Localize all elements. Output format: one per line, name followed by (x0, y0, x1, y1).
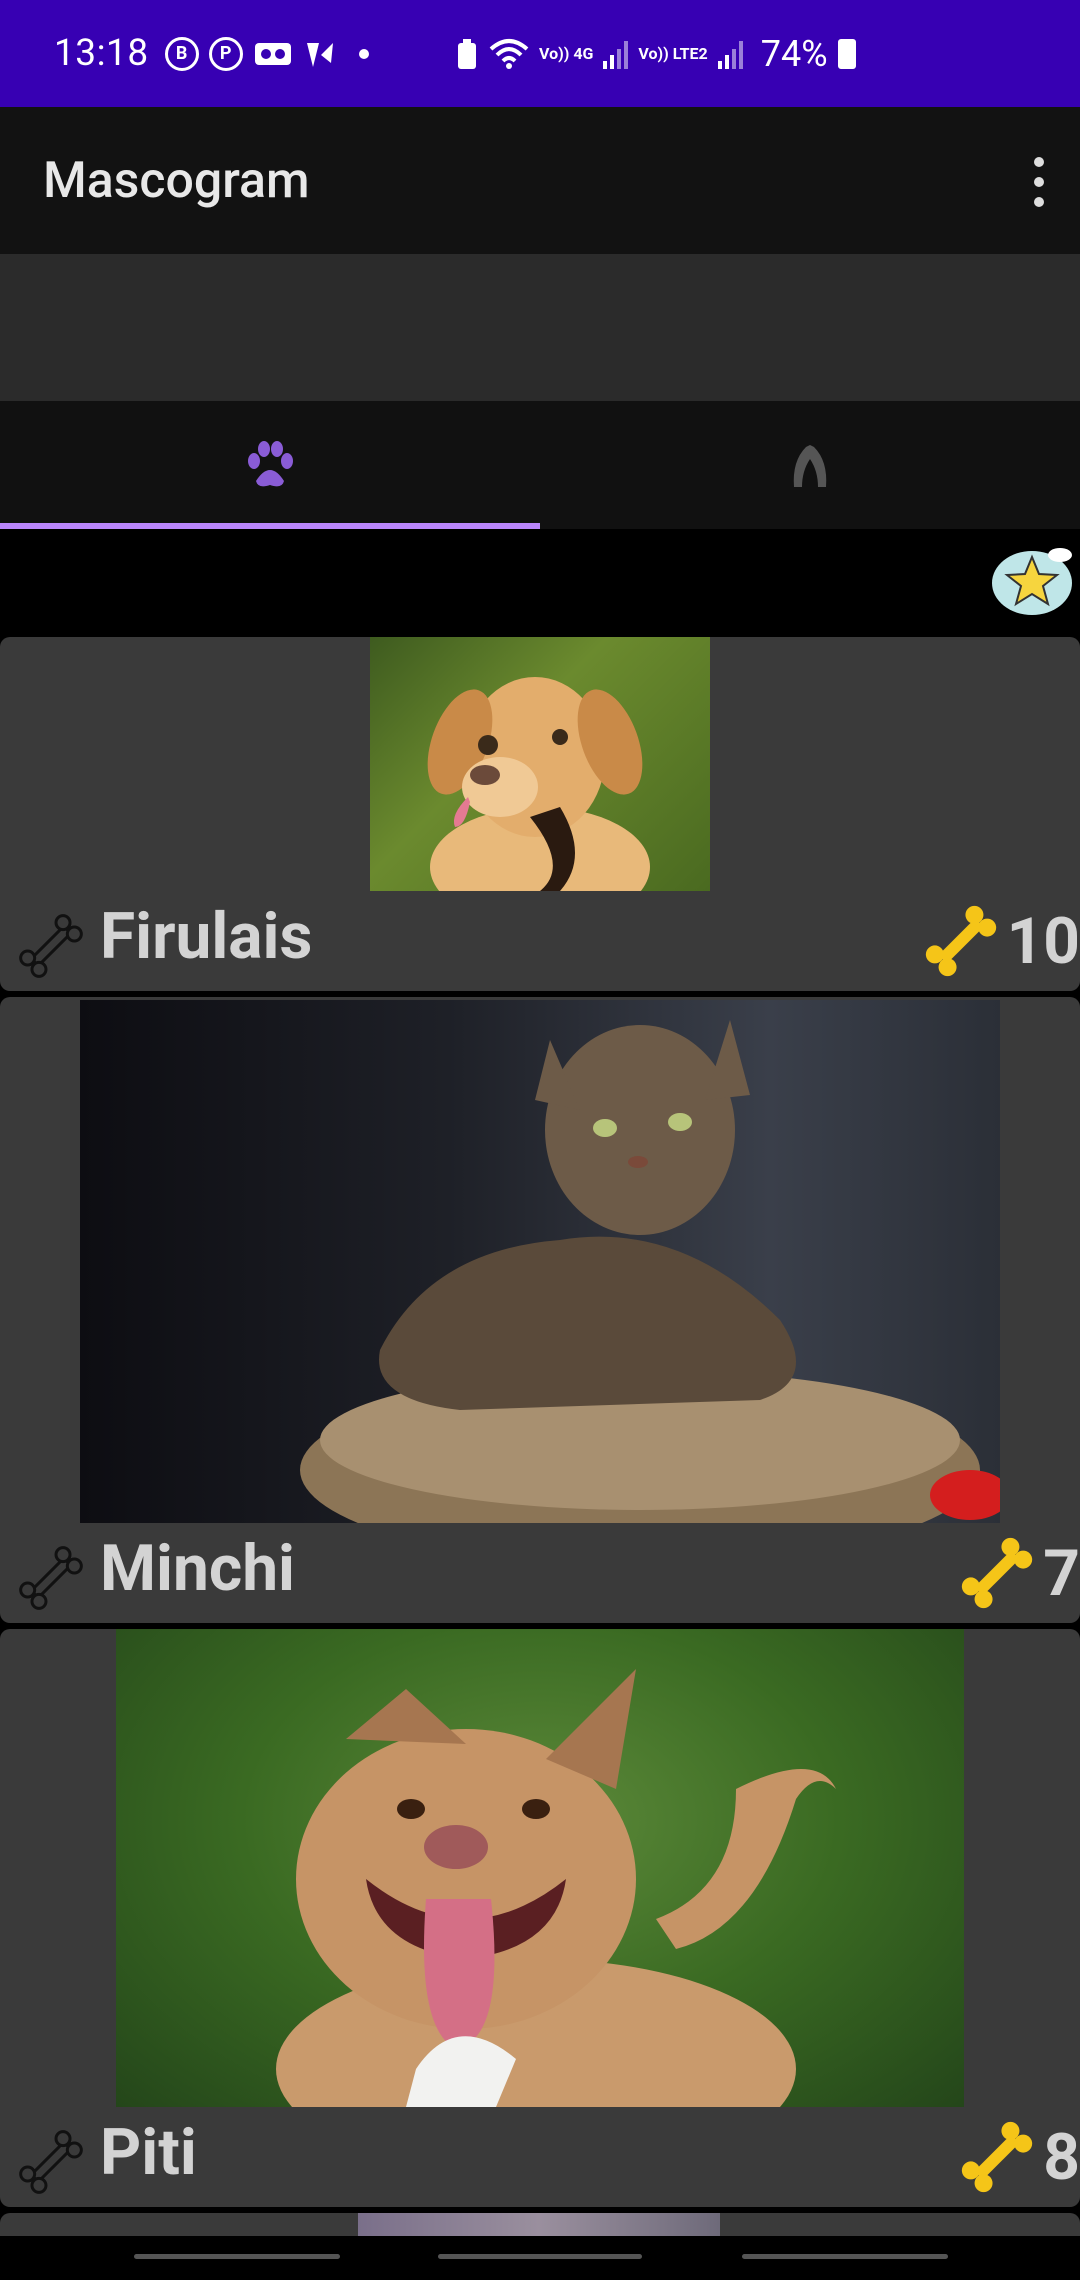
gesture-nav-bar (0, 2236, 1080, 2280)
bone-outline-icon[interactable] (14, 909, 88, 983)
bone-gold-icon (962, 1537, 1033, 1609)
pinterest-icon: P (208, 36, 243, 71)
rating-count: 10 (1006, 903, 1080, 979)
bone-outline-icon[interactable] (14, 1541, 88, 1615)
pet-card[interactable]: Firulais 10 (0, 637, 1080, 991)
nav-home-handle[interactable] (438, 2254, 642, 2259)
status-time: 13:18 (54, 32, 149, 75)
rating: 8 (957, 2117, 1080, 2197)
maine-coon-cat-photo (80, 1000, 1000, 1523)
star-cloud-icon[interactable] (990, 541, 1074, 621)
percent-app-icon (303, 37, 337, 71)
signal-1-icon (603, 39, 629, 69)
pet-name: Minchi (100, 1531, 295, 1606)
notification-dot-icon (358, 48, 369, 59)
nav-back-handle[interactable] (134, 2254, 340, 2259)
tab-bar (0, 401, 1080, 529)
wifi-icon (489, 37, 529, 71)
rating-count: 8 (1043, 2119, 1080, 2195)
network-label-1: Vo)) 4G (539, 43, 594, 63)
nav-recents-handle[interactable] (742, 2254, 948, 2259)
pet-card[interactable]: Piti 8 (0, 1629, 1080, 2207)
toolbar-spacer (0, 254, 1080, 401)
more-vert-icon[interactable] (1024, 157, 1054, 207)
pet-card[interactable]: Minchi 7 (0, 997, 1080, 1623)
battery-charging-icon (837, 38, 856, 69)
b-app-icon: B (164, 36, 199, 71)
paw-outline-icon (793, 445, 827, 487)
paw-icon (248, 441, 293, 487)
battery-percent: 74% (760, 32, 828, 75)
rating: 7 (957, 1533, 1080, 1613)
status-bar: 13:18 B P Vo)) 4G Vo)) LTE2 74% (0, 0, 1080, 107)
battery-saver-icon (455, 37, 479, 71)
network-label-2: Vo)) LTE2 (638, 43, 708, 63)
pet-card-footer: Minchi 7 (0, 1523, 1080, 1623)
bone-outline-icon[interactable] (14, 2125, 88, 2199)
favorites-bar (0, 529, 1080, 637)
rating-count: 7 (1043, 1535, 1080, 1611)
tab-profile[interactable] (540, 401, 1080, 529)
app-bar: Mascogram (0, 107, 1080, 254)
pitbull-dog-photo (116, 1629, 964, 2107)
voicemail-icon (253, 37, 293, 71)
pet-name: Piti (100, 2115, 197, 2190)
bone-gold-icon (925, 905, 996, 977)
tab-pets[interactable] (0, 401, 540, 529)
pet-name: Firulais (100, 899, 313, 974)
app-title: Mascogram (43, 151, 310, 210)
bone-gold-icon (962, 2121, 1033, 2193)
pet-card-footer: Piti 8 (0, 2107, 1080, 2207)
rating: 10 (921, 901, 1080, 981)
pet-card-footer: Firulais 10 (0, 891, 1080, 991)
golden-retriever-photo (370, 637, 710, 891)
signal-2-icon (717, 39, 743, 69)
